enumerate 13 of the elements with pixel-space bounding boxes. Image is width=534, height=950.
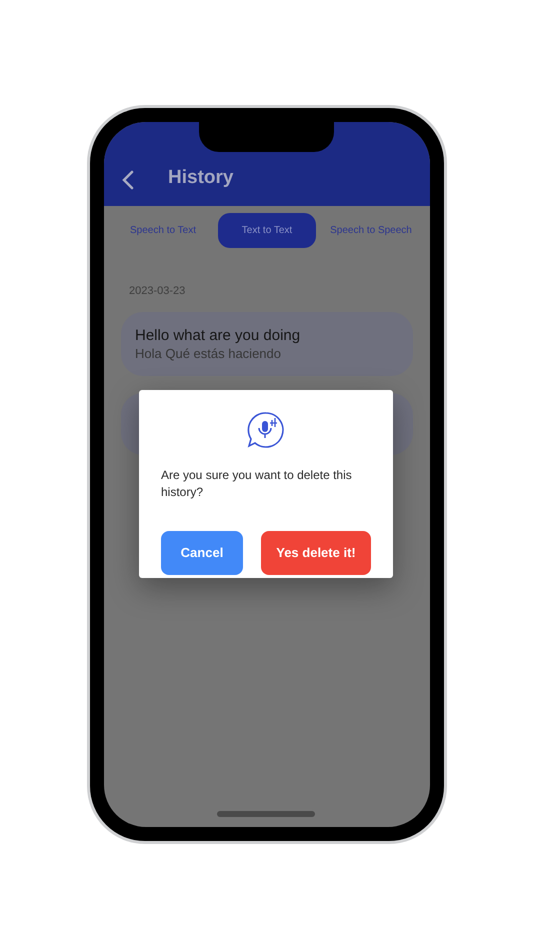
source-text: Hello what are you doing xyxy=(135,326,302,344)
date-label: 2023-03-23 xyxy=(129,284,186,299)
delete-button[interactable]: Yes delete it! xyxy=(261,531,371,575)
tab[interactable]: Speech to Speech xyxy=(322,213,420,248)
page-title: History xyxy=(168,166,234,190)
tab[interactable]: Speech to Text xyxy=(114,213,212,248)
back-icon xyxy=(122,170,134,190)
speech-bubble-microphone-icon xyxy=(247,411,285,449)
dialog-message: Are you sure you want to delete this history? xyxy=(161,467,353,501)
tab[interactable]: Text to Text xyxy=(218,213,316,248)
cancel-button[interactable]: Cancel xyxy=(161,531,243,575)
translation-text: Hola Qué estás haciendo xyxy=(135,344,282,362)
history-card[interactable]: Hello what are you doing Hola Qué estás haciendo xyxy=(121,312,413,376)
